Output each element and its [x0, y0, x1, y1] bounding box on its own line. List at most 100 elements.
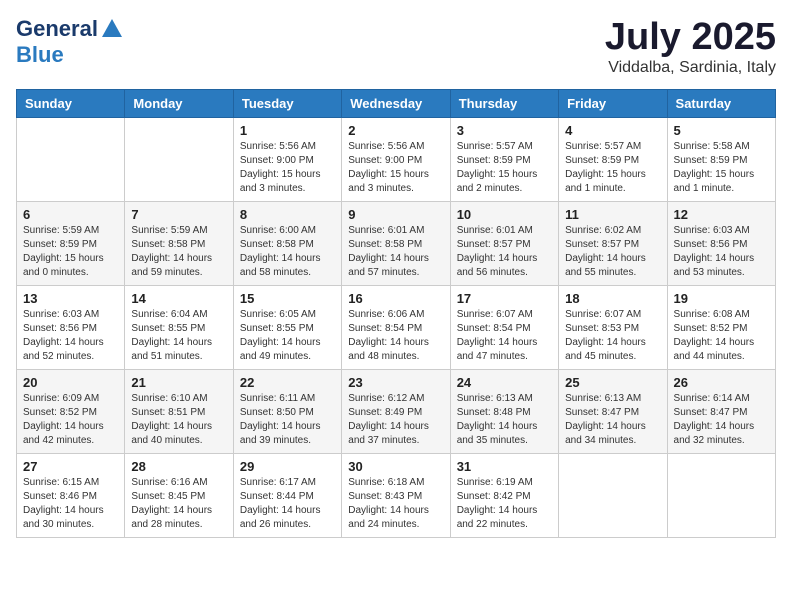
cell-details: Sunrise: 6:10 AMSunset: 8:51 PMDaylight:…: [131, 392, 226, 448]
day-number: 19: [674, 291, 769, 306]
day-number: 29: [240, 459, 335, 474]
cell-details: Sunrise: 6:04 AMSunset: 8:55 PMDaylight:…: [131, 308, 226, 364]
day-number: 25: [565, 375, 660, 390]
calendar-cell: 30Sunrise: 6:18 AMSunset: 8:43 PMDayligh…: [342, 454, 450, 538]
day-number: 15: [240, 291, 335, 306]
calendar-cell: 16 Sunrise: 6:06 AMSunset: 8:54 PMDayligh…: [342, 286, 450, 370]
calendar-cell: [125, 118, 233, 202]
cell-details: Sunrise: 6:01 AMSunset: 8:58 PMDaylight:…: [348, 224, 443, 280]
calendar-cell: 15 Sunrise: 6:05 AMSunset: 8:55 PMDayligh…: [233, 286, 341, 370]
day-number: 1: [240, 123, 335, 138]
calendar-cell: 17Sunrise: 6:07 AMSunset: 8:54 PMDayligh…: [450, 286, 558, 370]
weekday-header: Wednesday: [342, 90, 450, 118]
calendar-cell: 27 Sunrise: 6:15 AMSunset: 8:46 PMDayligh…: [17, 454, 125, 538]
cell-details: Sunrise: 6:19 AMSunset: 8:42 PMDaylight:…: [457, 476, 552, 532]
cell-details: Sunrise: 5:57 AMSunset: 8:59 PMDaylight:…: [565, 140, 660, 196]
day-number: 21: [131, 375, 226, 390]
cell-details: Sunrise: 6:03 AMSunset: 8:56 PMDaylight:…: [23, 308, 118, 364]
month-title: July 2025: [605, 16, 776, 59]
cell-details: Sunrise: 5:57 AMSunset: 8:59 PMDaylight:…: [457, 140, 552, 196]
calendar-cell: 19 Sunrise: 6:08 AMSunset: 8:52 PMDayligh…: [667, 286, 775, 370]
calendar-cell: 28 Sunrise: 6:16 AMSunset: 8:45 PMDayligh…: [125, 454, 233, 538]
calendar-cell: [559, 454, 667, 538]
weekday-header: Tuesday: [233, 90, 341, 118]
calendar-cell: 12 Sunrise: 6:03 AMSunset: 8:56 PMDayligh…: [667, 202, 775, 286]
cell-details: Sunrise: 6:07 AMSunset: 8:53 PMDaylight:…: [565, 308, 660, 364]
calendar-week-row: 1 Sunrise: 5:56 AMSunset: 9:00 PMDaylight…: [17, 118, 776, 202]
cell-details: Sunrise: 6:08 AMSunset: 8:52 PMDaylight:…: [674, 308, 769, 364]
day-number: 2: [348, 123, 443, 138]
cell-details: Sunrise: 6:06 AMSunset: 8:54 PMDaylight:…: [348, 308, 443, 364]
day-number: 13: [23, 291, 118, 306]
logo-general-text: General: [16, 16, 98, 42]
cell-details: Sunrise: 6:15 AMSunset: 8:46 PMDaylight:…: [23, 476, 118, 532]
calendar-cell: 6 Sunrise: 5:59 AMSunset: 8:59 PMDaylight…: [17, 202, 125, 286]
calendar-cell: [17, 118, 125, 202]
calendar-cell: 25 Sunrise: 6:13 AMSunset: 8:47 PMDayligh…: [559, 370, 667, 454]
cell-details: Sunrise: 6:16 AMSunset: 8:45 PMDaylight:…: [131, 476, 226, 532]
day-number: 22: [240, 375, 335, 390]
title-area: July 2025 Viddalba, Sardinia, Italy: [605, 16, 776, 77]
cell-details: Sunrise: 6:02 AMSunset: 8:57 PMDaylight:…: [565, 224, 660, 280]
day-number: 24: [457, 375, 552, 390]
weekday-header: Saturday: [667, 90, 775, 118]
day-number: 16: [348, 291, 443, 306]
day-number: 5: [674, 123, 769, 138]
calendar-table: SundayMondayTuesdayWednesdayThursdayFrid…: [16, 89, 776, 538]
day-number: 14: [131, 291, 226, 306]
cell-details: Sunrise: 6:17 AMSunset: 8:44 PMDaylight:…: [240, 476, 335, 532]
cell-details: Sunrise: 6:12 AMSunset: 8:49 PMDaylight:…: [348, 392, 443, 448]
cell-details: Sunrise: 6:03 AMSunset: 8:56 PMDaylight:…: [674, 224, 769, 280]
calendar-cell: 1Sunrise: 5:56 AMSunset: 9:00 PMDaylight…: [233, 118, 341, 202]
calendar-cell: 24 Sunrise: 6:13 AMSunset: 8:48 PMDayligh…: [450, 370, 558, 454]
cell-details: Sunrise: 6:11 AMSunset: 8:50 PMDaylight:…: [240, 392, 335, 448]
day-number: 28: [131, 459, 226, 474]
day-number: 27: [23, 459, 118, 474]
calendar-week-row: 27 Sunrise: 6:15 AMSunset: 8:46 PMDayligh…: [17, 454, 776, 538]
day-number: 3: [457, 123, 552, 138]
cell-details: Sunrise: 5:56 AMSunset: 9:00 PMDaylight:…: [348, 140, 443, 196]
calendar-cell: 10 Sunrise: 6:01 AMSunset: 8:57 PMDayligh…: [450, 202, 558, 286]
cell-details: Sunrise: 6:14 AMSunset: 8:47 PMDaylight:…: [674, 392, 769, 448]
logo: General Blue: [16, 16, 122, 68]
calendar-cell: 3 Sunrise: 5:57 AMSunset: 8:59 PMDaylight…: [450, 118, 558, 202]
logo-blue-text: Blue: [16, 42, 64, 68]
page-header: General Blue July 2025 Viddalba, Sardini…: [16, 16, 776, 77]
calendar-week-row: 20Sunrise: 6:09 AMSunset: 8:52 PMDayligh…: [17, 370, 776, 454]
calendar-cell: 7Sunrise: 5:59 AMSunset: 8:58 PMDaylight…: [125, 202, 233, 286]
calendar-cell: 2 Sunrise: 5:56 AMSunset: 9:00 PMDaylight…: [342, 118, 450, 202]
calendar-header-row: SundayMondayTuesdayWednesdayThursdayFrid…: [17, 90, 776, 118]
day-number: 6: [23, 207, 118, 222]
calendar-week-row: 6 Sunrise: 5:59 AMSunset: 8:59 PMDaylight…: [17, 202, 776, 286]
location-title: Viddalba, Sardinia, Italy: [605, 59, 776, 77]
calendar-cell: 8 Sunrise: 6:00 AMSunset: 8:58 PMDaylight…: [233, 202, 341, 286]
calendar-week-row: 13 Sunrise: 6:03 AMSunset: 8:56 PMDayligh…: [17, 286, 776, 370]
day-number: 26: [674, 375, 769, 390]
calendar-cell: 18 Sunrise: 6:07 AMSunset: 8:53 PMDayligh…: [559, 286, 667, 370]
calendar-cell: 11Sunrise: 6:02 AMSunset: 8:57 PMDayligh…: [559, 202, 667, 286]
calendar-cell: 23Sunrise: 6:12 AMSunset: 8:49 PMDayligh…: [342, 370, 450, 454]
day-number: 31: [457, 459, 552, 474]
cell-details: Sunrise: 6:18 AMSunset: 8:43 PMDaylight:…: [348, 476, 443, 532]
calendar-cell: 14 Sunrise: 6:04 AMSunset: 8:55 PMDayligh…: [125, 286, 233, 370]
logo-triangle-icon: [102, 19, 122, 37]
calendar-cell: 4Sunrise: 5:57 AMSunset: 8:59 PMDaylight…: [559, 118, 667, 202]
cell-details: Sunrise: 5:59 AMSunset: 8:59 PMDaylight:…: [23, 224, 118, 280]
day-number: 10: [457, 207, 552, 222]
calendar-cell: 13 Sunrise: 6:03 AMSunset: 8:56 PMDayligh…: [17, 286, 125, 370]
calendar-cell: 9Sunrise: 6:01 AMSunset: 8:58 PMDaylight…: [342, 202, 450, 286]
weekday-header: Sunday: [17, 90, 125, 118]
day-number: 18: [565, 291, 660, 306]
cell-details: Sunrise: 6:07 AMSunset: 8:54 PMDaylight:…: [457, 308, 552, 364]
cell-details: Sunrise: 6:05 AMSunset: 8:55 PMDaylight:…: [240, 308, 335, 364]
cell-details: Sunrise: 5:59 AMSunset: 8:58 PMDaylight:…: [131, 224, 226, 280]
cell-details: Sunrise: 6:01 AMSunset: 8:57 PMDaylight:…: [457, 224, 552, 280]
calendar-cell: 22 Sunrise: 6:11 AMSunset: 8:50 PMDayligh…: [233, 370, 341, 454]
calendar-cell: 29 Sunrise: 6:17 AMSunset: 8:44 PMDayligh…: [233, 454, 341, 538]
cell-details: Sunrise: 6:13 AMSunset: 8:47 PMDaylight:…: [565, 392, 660, 448]
cell-details: Sunrise: 6:00 AMSunset: 8:58 PMDaylight:…: [240, 224, 335, 280]
cell-details: Sunrise: 6:13 AMSunset: 8:48 PMDaylight:…: [457, 392, 552, 448]
day-number: 12: [674, 207, 769, 222]
day-number: 8: [240, 207, 335, 222]
cell-details: Sunrise: 5:58 AMSunset: 8:59 PMDaylight:…: [674, 140, 769, 196]
